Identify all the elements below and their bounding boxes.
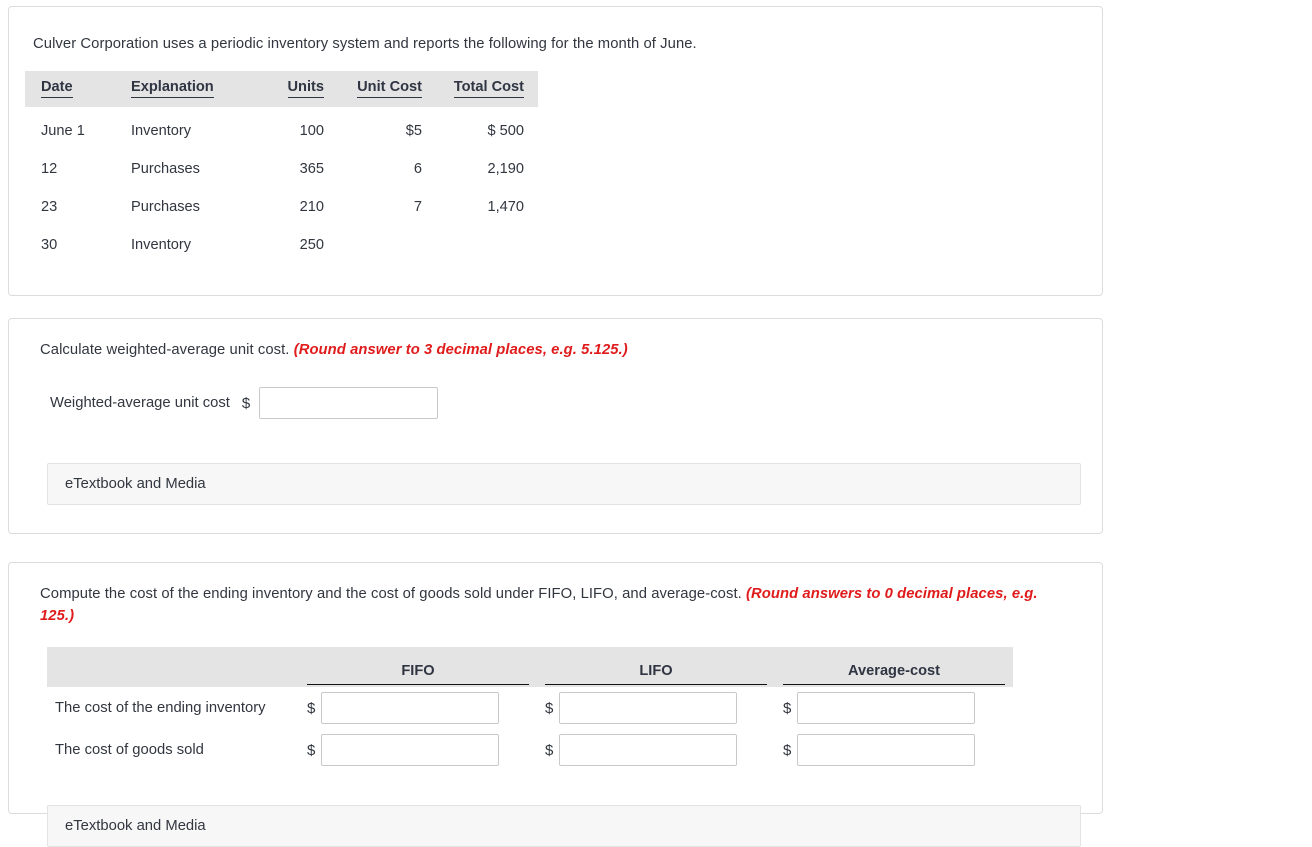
compute-costs-table-wrapper: FIFO LIFO Average-cost The cost of the e… [47, 647, 1013, 771]
inventory-intro-text: Culver Corporation uses a periodic inven… [33, 33, 1053, 55]
inventory-header-row: Date Explanation Units Unit Cost Total C… [25, 71, 538, 107]
cell-units: 365 [299, 161, 324, 177]
cell-explanation: Purchases [131, 161, 200, 177]
question-page: Culver Corporation uses a periodic inven… [0, 0, 1312, 847]
average-cost-ending-inventory-input[interactable] [797, 692, 976, 724]
compute-costs-card: Compute the cost of the ending inventory… [8, 562, 1103, 847]
currency-symbol: $ [307, 741, 316, 759]
lifo-ending-inventory-input[interactable] [559, 692, 738, 724]
fifo-ending-inventory-input[interactable] [321, 692, 500, 724]
column-header-units: Units [256, 71, 334, 107]
etextbook-and-media-label: eTextbook and Media [65, 476, 206, 492]
cell-explanation: Purchases [131, 199, 200, 215]
cell-date: June 1 [41, 123, 85, 139]
column-header-total-cost: Total Cost [432, 71, 538, 107]
cell-units: 210 [299, 199, 324, 215]
cell-date: 30 [41, 237, 58, 253]
cell-units: 100 [299, 123, 324, 139]
weighted-average-question-text: Calculate weighted-average unit cost. [40, 342, 290, 358]
weighted-average-rounding-hint: (Round answer to 3 decimal places, e.g. … [293, 342, 628, 358]
cell-total-cost [432, 226, 538, 264]
table-row: The cost of the ending inventory $ $ $ [47, 687, 1013, 729]
lifo-cost-of-goods-sold-input[interactable] [559, 734, 738, 766]
compute-costs-question-text: Compute the cost of the ending inventory… [40, 586, 742, 602]
fifo-cost-of-goods-sold-input[interactable] [321, 734, 500, 766]
cell-unit-cost [334, 226, 432, 264]
table-row: 23 Purchases 210 7 1,470 [25, 188, 538, 226]
column-header-average-cost: Average-cost [775, 647, 1013, 687]
cell-fifo-cost-of-goods-sold: $ [299, 729, 537, 771]
column-header-date: Date [25, 71, 121, 107]
table-row: The cost of goods sold $ $ $ [47, 729, 1013, 771]
cell-explanation: Inventory [131, 237, 192, 253]
weighted-average-answer-row: Weighted-average unit cost $ [50, 387, 439, 419]
cell-average-cost-cost-of-goods-sold: $ [775, 729, 1013, 771]
currency-symbol: $ [545, 699, 554, 717]
compute-costs-table-head: FIFO LIFO Average-cost [47, 647, 1013, 687]
compute-costs-question: Compute the cost of the ending inventory… [40, 583, 1055, 627]
cell-total-cost: $ 500 [487, 123, 524, 139]
currency-symbol: $ [241, 394, 251, 412]
table-row: 30 Inventory 250 [25, 226, 538, 264]
inventory-table: Date Explanation Units Unit Cost Total C… [25, 71, 538, 264]
cell-date: 23 [41, 199, 58, 215]
weighted-average-label: Weighted-average unit cost [50, 395, 230, 411]
cell-explanation: Inventory [131, 123, 192, 139]
inventory-data-card: Culver Corporation uses a periodic inven… [8, 6, 1103, 296]
inventory-table-head: Date Explanation Units Unit Cost Total C… [25, 71, 538, 107]
table-row: 12 Purchases 365 6 2,190 [25, 150, 538, 188]
cell-date: 12 [41, 161, 58, 177]
cell-unit-cost: $5 [405, 123, 422, 139]
cell-units: 250 [299, 237, 324, 253]
average-cost-cost-of-goods-sold-input[interactable] [797, 734, 976, 766]
column-header-lifo: LIFO [537, 647, 775, 687]
cell-lifo-cost-of-goods-sold: $ [537, 729, 775, 771]
currency-symbol: $ [545, 741, 554, 759]
column-header-fifo: FIFO [299, 647, 537, 687]
column-header-unit-cost: Unit Cost [334, 71, 432, 107]
cell-unit-cost: 7 [413, 199, 422, 215]
inventory-table-body: June 1 Inventory 100 $5 $ 500 12 Purchas… [25, 107, 538, 264]
row-label-cost-of-goods-sold: The cost of goods sold [55, 742, 204, 758]
compute-costs-table: FIFO LIFO Average-cost The cost of the e… [47, 647, 1013, 771]
cell-total-cost: 1,470 [487, 199, 524, 215]
cell-unit-cost: 6 [413, 161, 422, 177]
column-header-blank [47, 647, 299, 687]
currency-symbol: $ [783, 699, 792, 717]
row-label-ending-inventory: The cost of the ending inventory [55, 700, 266, 716]
compute-costs-table-body: The cost of the ending inventory $ $ $ T… [47, 687, 1013, 771]
cell-fifo-ending-inventory: $ [299, 687, 537, 729]
weighted-average-card: Calculate weighted-average unit cost. (R… [8, 318, 1103, 534]
etextbook-and-media-button-2[interactable]: eTextbook and Media [47, 805, 1081, 847]
cell-total-cost: 2,190 [487, 161, 524, 177]
currency-symbol: $ [783, 741, 792, 759]
weighted-average-input[interactable] [259, 387, 439, 419]
table-row: June 1 Inventory 100 $5 $ 500 [25, 107, 538, 150]
currency-symbol: $ [307, 699, 316, 717]
etextbook-and-media-label: eTextbook and Media [65, 818, 206, 834]
cell-average-cost-ending-inventory: $ [775, 687, 1013, 729]
column-header-explanation: Explanation [121, 71, 256, 107]
cell-lifo-ending-inventory: $ [537, 687, 775, 729]
etextbook-and-media-button-1[interactable]: eTextbook and Media [47, 463, 1081, 505]
weighted-average-question: Calculate weighted-average unit cost. (R… [40, 339, 1060, 361]
compute-costs-header-row: FIFO LIFO Average-cost [47, 647, 1013, 687]
inventory-intro-label: Culver Corporation uses a periodic inven… [33, 36, 697, 52]
